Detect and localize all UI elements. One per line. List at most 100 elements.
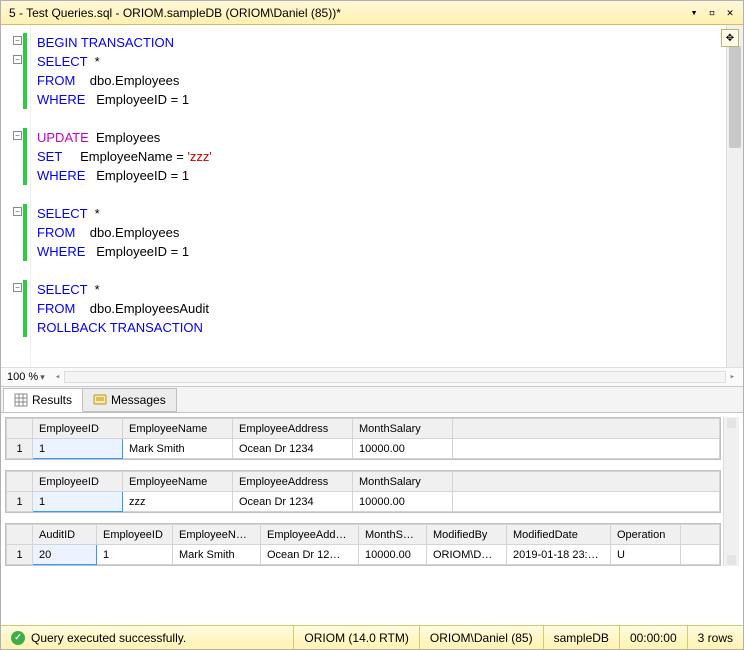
message-icon bbox=[93, 393, 107, 407]
code-line[interactable] bbox=[37, 109, 720, 128]
change-marker bbox=[23, 299, 27, 318]
zoom-level[interactable]: 100 % bbox=[7, 371, 38, 383]
status-elapsed: 00:00:00 bbox=[620, 626, 688, 649]
code-line[interactable]: WHERE EmployeeID = 1 bbox=[37, 90, 720, 109]
results-vscrollbar[interactable] bbox=[723, 417, 739, 566]
cell[interactable]: ORIOM\D… bbox=[427, 545, 507, 565]
code-line[interactable]: FROM dbo.Employees bbox=[37, 71, 720, 90]
row-header-corner[interactable] bbox=[7, 525, 33, 545]
result-grid[interactable]: AuditIDEmployeeIDEmployeeN…EmployeeAdd…M… bbox=[5, 523, 721, 566]
row-number[interactable]: 1 bbox=[7, 492, 33, 512]
column-header[interactable]: EmployeeID bbox=[97, 525, 173, 545]
row-header-corner[interactable] bbox=[7, 472, 33, 492]
code-line[interactable]: WHERE EmployeeID = 1 bbox=[37, 242, 720, 261]
column-header[interactable]: Operation bbox=[611, 525, 681, 545]
tab-messages-label: Messages bbox=[111, 393, 166, 407]
code-line[interactable]: UPDATE Employees bbox=[37, 128, 720, 147]
results-pane: Results Messages EmployeeIDEmployeeNameE… bbox=[1, 387, 743, 625]
hscroll-right[interactable]: ▸ bbox=[728, 372, 737, 382]
column-header[interactable]: EmployeeName bbox=[123, 472, 233, 492]
fold-toggle[interactable]: − bbox=[13, 207, 22, 216]
change-marker bbox=[23, 33, 27, 52]
change-marker bbox=[23, 242, 27, 261]
column-header[interactable]: MonthS… bbox=[359, 525, 427, 545]
fold-toggle[interactable]: − bbox=[13, 283, 22, 292]
cell[interactable]: Mark Smith bbox=[123, 439, 233, 459]
cell[interactable]: 1 bbox=[97, 545, 173, 565]
change-marker bbox=[23, 280, 27, 299]
code-line[interactable] bbox=[37, 185, 720, 204]
cell[interactable]: Mark Smith bbox=[173, 545, 261, 565]
column-header[interactable]: EmployeeID bbox=[33, 419, 123, 439]
result-grids: EmployeeIDEmployeeNameEmployeeAddressMon… bbox=[5, 417, 721, 566]
cell[interactable]: 2019-01-18 23:… bbox=[507, 545, 611, 565]
editor-footer: 100 % ▾ ◂ ▸ bbox=[1, 367, 743, 387]
window-title: 5 - Test Queries.sql - ORIOM.sampleDB (O… bbox=[5, 6, 685, 20]
cell[interactable]: Ocean Dr 12… bbox=[261, 545, 359, 565]
column-header[interactable]: EmployeeAdd… bbox=[261, 525, 359, 545]
change-marker bbox=[23, 223, 27, 242]
titlebar: 5 - Test Queries.sql - ORIOM.sampleDB (O… bbox=[1, 1, 743, 25]
change-marker bbox=[23, 90, 27, 109]
cell[interactable]: Ocean Dr 1234 bbox=[233, 439, 353, 459]
zoom-dropdown-icon[interactable]: ▾ bbox=[40, 372, 45, 383]
code-line[interactable]: SET EmployeeName = 'zzz' bbox=[37, 147, 720, 166]
status-db: sampleDB bbox=[544, 626, 620, 649]
change-marker bbox=[23, 52, 27, 71]
column-header[interactable]: MonthSalary bbox=[353, 419, 453, 439]
expand-editor-icon[interactable]: ✥ bbox=[721, 29, 739, 47]
statusbar: ✓ Query executed successfully. ORIOM (14… bbox=[1, 625, 743, 649]
code-line[interactable]: SELECT * bbox=[37, 280, 720, 299]
editor-hscrollbar[interactable] bbox=[64, 371, 725, 383]
code-line[interactable]: FROM dbo.EmployeesAudit bbox=[37, 299, 720, 318]
cell[interactable]: 10000.00 bbox=[359, 545, 427, 565]
code-line[interactable]: BEGIN TRANSACTION bbox=[37, 33, 720, 52]
code-line[interactable]: SELECT * bbox=[37, 204, 720, 223]
code-line[interactable]: FROM dbo.Employees bbox=[37, 223, 720, 242]
column-header[interactable]: MonthSalary bbox=[353, 472, 453, 492]
code-line[interactable]: WHERE EmployeeID = 1 bbox=[37, 166, 720, 185]
row-header-corner[interactable] bbox=[7, 419, 33, 439]
tab-messages[interactable]: Messages bbox=[82, 388, 177, 412]
column-header[interactable]: AuditID bbox=[33, 525, 97, 545]
cell[interactable]: U bbox=[611, 545, 681, 565]
column-header[interactable]: EmployeeN… bbox=[173, 525, 261, 545]
row-number[interactable]: 1 bbox=[7, 439, 33, 459]
column-header[interactable]: EmployeeName bbox=[123, 419, 233, 439]
column-header[interactable]: ModifiedBy bbox=[427, 525, 507, 545]
cell[interactable]: 1 bbox=[33, 439, 123, 459]
column-header[interactable]: EmployeeAddress bbox=[233, 419, 353, 439]
column-header[interactable]: ModifiedDate bbox=[507, 525, 611, 545]
column-header[interactable]: EmployeeAddress bbox=[233, 472, 353, 492]
cell[interactable]: Ocean Dr 1234 bbox=[233, 492, 353, 512]
result-grid[interactable]: EmployeeIDEmployeeNameEmployeeAddressMon… bbox=[5, 417, 721, 460]
change-marker bbox=[23, 128, 27, 147]
result-grid[interactable]: EmployeeIDEmployeeNameEmployeeAddressMon… bbox=[5, 470, 721, 513]
success-icon: ✓ bbox=[11, 631, 25, 645]
fold-toggle[interactable]: − bbox=[13, 36, 22, 45]
change-marker bbox=[23, 166, 27, 185]
maximize-button[interactable]: ▫ bbox=[703, 6, 721, 20]
column-header[interactable]: EmployeeID bbox=[33, 472, 123, 492]
cell[interactable]: zzz bbox=[123, 492, 233, 512]
tab-results[interactable]: Results bbox=[3, 388, 83, 412]
grid-icon bbox=[14, 393, 28, 407]
code-area[interactable]: BEGIN TRANSACTIONSELECT *FROM dbo.Employ… bbox=[31, 25, 726, 367]
fold-toggle[interactable]: − bbox=[13, 131, 22, 140]
code-line[interactable]: ROLLBACK TRANSACTION bbox=[37, 318, 720, 337]
cell[interactable]: 20 bbox=[33, 545, 97, 565]
editor-vscrollbar[interactable] bbox=[726, 25, 743, 367]
minimize-button[interactable]: ▾ bbox=[685, 6, 703, 20]
row-number[interactable]: 1 bbox=[7, 545, 33, 565]
cell[interactable]: 10000.00 bbox=[353, 439, 453, 459]
cell[interactable]: 1 bbox=[33, 492, 123, 512]
code-line[interactable] bbox=[37, 261, 720, 280]
status-server: ORIOM (14.0 RTM) bbox=[294, 626, 419, 649]
hscroll-left[interactable]: ◂ bbox=[53, 372, 62, 382]
fold-toggle[interactable]: − bbox=[13, 55, 22, 64]
cell[interactable]: 10000.00 bbox=[353, 492, 453, 512]
status-login: ORIOM\Daniel (85) bbox=[420, 626, 544, 649]
code-line[interactable]: SELECT * bbox=[37, 52, 720, 71]
tab-results-label: Results bbox=[32, 393, 72, 407]
close-button[interactable]: ✕ bbox=[721, 6, 739, 20]
